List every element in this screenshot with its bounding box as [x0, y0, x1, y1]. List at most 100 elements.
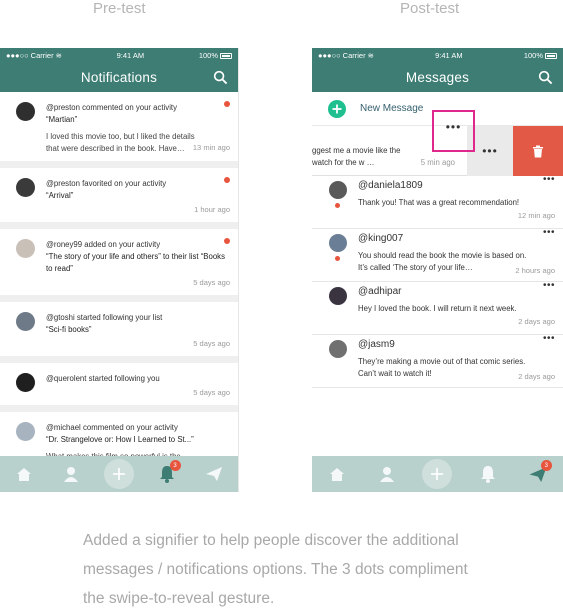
notification-action: added on your activity: [84, 240, 161, 249]
pre-test-label: Pre-test: [93, 0, 146, 17]
wifi-icon: ≋: [367, 51, 374, 60]
status-bar: ●●●○○ Carrier ≋ 9:41 AM 100%: [312, 48, 563, 63]
notification-action: favorited on your activity: [82, 179, 167, 188]
notification-subject: “Martian”: [46, 115, 78, 124]
avatar: [16, 422, 35, 441]
home-icon: [330, 467, 345, 481]
notification-item[interactable]: @roney99 added on your activity “The stor…: [0, 229, 238, 295]
tab-messages[interactable]: 3: [523, 459, 553, 489]
send-icon: [206, 467, 223, 481]
battery-label: 100%: [523, 51, 543, 60]
nav-bar: Notifications: [0, 63, 238, 92]
tab-messages[interactable]: [199, 459, 229, 489]
unread-dot: [224, 177, 230, 183]
notification-subject: “The story of your life and others” to t…: [46, 252, 225, 273]
notification-item[interactable]: @preston commented on your activity “Mart…: [0, 92, 238, 161]
tab-notifications[interactable]: 3: [152, 459, 182, 489]
plus-circle-icon: [328, 99, 346, 118]
nav-bar: Messages: [312, 63, 563, 92]
message-sender: @adhipar: [358, 286, 402, 297]
notification-item[interactable]: @preston favorited on your activity “Arri…: [0, 168, 238, 222]
plus-icon: [112, 468, 125, 480]
notification-action: commented on your activity: [82, 423, 178, 432]
notification-user: @querolent: [46, 374, 87, 383]
signifier-highlight[interactable]: •••: [432, 110, 475, 152]
tab-home[interactable]: [9, 459, 39, 489]
status-bar: ●●●○○ Carrier ≋ 9:41 AM 100%: [0, 48, 238, 63]
post-test-phone: ●●●○○ Carrier ≋ 9:41 AM 100% Messages New …: [312, 48, 563, 492]
message-item[interactable]: ••• @jasm9 They’re making a movie out of t…: [312, 333, 563, 388]
tab-profile[interactable]: [56, 459, 86, 489]
delete-button[interactable]: [513, 126, 563, 176]
message-sender: @king007: [358, 233, 404, 244]
profile-icon: [380, 467, 395, 482]
notification-time: 5 days ago: [193, 278, 230, 287]
notification-action: started following you: [88, 374, 160, 383]
message-item[interactable]: ••• @daniela1809 Thank you! That was a gre…: [312, 174, 563, 229]
search-icon[interactable]: [538, 70, 553, 85]
notification-action: commented on your activity: [82, 103, 177, 112]
message-sender: @daniela1809: [358, 180, 423, 191]
page-title: Messages: [405, 70, 470, 85]
more-icon[interactable]: •••: [543, 174, 555, 186]
notification-badge: 3: [169, 460, 181, 471]
message-time: 2 days ago: [518, 372, 555, 381]
notification-time: 5 days ago: [193, 388, 230, 397]
message-badge: 3: [540, 460, 552, 471]
tab-home[interactable]: [322, 459, 352, 489]
avatar: [16, 102, 35, 121]
notification-time: 13 min ago: [192, 143, 230, 152]
message-time: 2 days ago: [518, 317, 555, 326]
avatar: [329, 234, 347, 252]
more-icon[interactable]: •••: [543, 280, 555, 292]
tab-profile[interactable]: [372, 459, 402, 489]
notification-item[interactable]: @querolent started following you 5 days a…: [0, 363, 238, 405]
tab-bar: 3: [0, 456, 238, 492]
more-icon: •••: [482, 144, 498, 158]
notification-action: started following your list: [76, 313, 163, 322]
pre-test-phone: ●●●○○ Carrier ≋ 9:41 AM 100% Notifications…: [0, 48, 238, 492]
battery-icon: [545, 53, 557, 60]
message-item[interactable]: ••• @king007 You should read the book the …: [312, 227, 563, 282]
notification-time: 5 days ago: [193, 339, 230, 348]
battery-icon: [220, 53, 232, 60]
notification-item[interactable]: @gtoshi started following your list “Sci-…: [0, 302, 238, 356]
more-icon: •••: [445, 120, 462, 134]
unread-dot: [224, 101, 230, 107]
battery-label: 100%: [198, 51, 218, 60]
unread-dot: [335, 256, 340, 261]
new-message-label: New Message: [360, 103, 424, 114]
notification-user: @preston: [46, 103, 80, 112]
message-preview: You should read the book the movie is ba…: [358, 251, 527, 272]
plus-icon: [431, 468, 444, 480]
tab-add[interactable]: [103, 459, 134, 489]
notification-subject: “Arrival”: [46, 191, 74, 200]
swiped-message-time: 5 min ago: [420, 158, 455, 167]
avatar: [16, 373, 35, 392]
notification-time: 1 hour ago: [194, 205, 230, 214]
tab-notifications[interactable]: [473, 459, 503, 489]
avatar: [16, 178, 35, 197]
message-item[interactable]: ••• @adhipar Hey I loved the book. I will …: [312, 280, 563, 335]
unread-dot: [335, 203, 340, 208]
message-preview: Thank you! That was a great recommendati…: [358, 198, 520, 207]
message-preview: Hey I loved the book. I will return it n…: [358, 304, 517, 313]
bell-icon: [480, 466, 495, 483]
home-icon: [16, 467, 31, 481]
caption-text: Added a signifier to help people discove…: [83, 532, 468, 607]
message-sender: @jasm9: [358, 339, 395, 350]
notification-user: @preston: [46, 179, 80, 188]
avatar: [329, 181, 347, 199]
status-time: 9:41 AM: [116, 51, 145, 60]
notification-user: @roney99: [46, 240, 83, 249]
search-icon[interactable]: [213, 70, 228, 85]
more-icon[interactable]: •••: [543, 227, 555, 239]
notification-user: @michael: [46, 423, 81, 432]
more-icon[interactable]: •••: [543, 333, 555, 345]
message-time: 12 min ago: [517, 211, 555, 220]
avatar: [16, 239, 35, 258]
message-time: 2 hours ago: [515, 266, 555, 275]
tab-add[interactable]: [422, 459, 453, 489]
notification-list: @preston commented on your activity “Mart…: [0, 92, 238, 481]
page-title: Notifications: [80, 70, 158, 85]
